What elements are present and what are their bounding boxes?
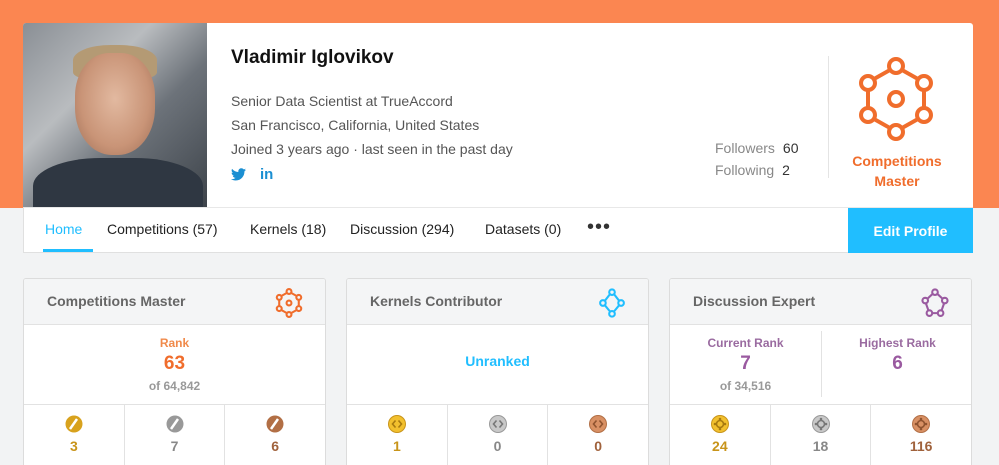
tab-discussion[interactable]: Discussion (294) [350,221,454,237]
highest-rank-value: 6 [892,353,903,374]
followers-stat[interactable]: Followers 60 [715,140,798,156]
bronze-kernel-medal-icon [589,415,608,433]
tab-competitions[interactable]: Competitions (57) [107,221,218,237]
panel-header: Kernels Contributor [347,279,648,325]
panel-title: Kernels Contributor [370,293,503,309]
more-menu-icon[interactable]: ••• [587,216,611,239]
bronze-count: 116 [909,438,933,454]
photo-face [75,53,155,155]
current-rank-total: of 34,516 [719,379,772,393]
kernels-panel[interactable]: Kernels Contributor Unranked 1 0 0 [346,278,649,465]
silver-discussion-medal-icon [811,415,830,433]
panel-header: Competitions Master [24,279,325,325]
gold-kernel-medal-icon [387,415,406,433]
followers-count: 60 [782,140,799,156]
following-label: Following [715,162,775,178]
silver-count: 18 [812,438,829,454]
current-rank-label: Current Rank [707,336,784,350]
profile-name: Vladimir Iglovikov [231,47,394,68]
bronze-medal[interactable]: 116 [871,405,971,465]
rank-total: of 64,842 [148,379,201,393]
medal-row: 24 18 116 [670,405,971,465]
competitions-master-icon [275,288,303,318]
tier-label-line2: Master [874,173,920,189]
silver-count: 7 [170,438,179,454]
medal-row: 1 0 0 [347,405,648,465]
tab-home[interactable]: Home [45,221,82,237]
rank-section: Unranked [347,325,648,405]
gold-count: 24 [712,438,728,454]
tab-kernels[interactable]: Kernels (18) [250,221,326,237]
bronze-medal[interactable]: 6 [225,405,325,465]
gold-medal[interactable]: 24 [670,405,771,465]
silver-medal[interactable]: 7 [125,405,226,465]
following-stat[interactable]: Following 2 [715,162,790,178]
panel-title: Competitions Master [47,293,186,309]
twitter-icon[interactable] [231,168,246,181]
silver-count: 0 [493,438,502,454]
tier-label-line1: Competitions [852,153,942,169]
rank-value: 63 [163,353,186,374]
gold-count: 3 [69,438,78,454]
gold-medal[interactable]: 3 [24,405,125,465]
header-divider [828,56,829,178]
following-count: 2 [782,162,790,178]
medal-row: 3 7 6 [24,405,325,465]
highest-rank: Highest Rank 6 [822,325,971,405]
silver-medal-icon [166,415,183,433]
rank-section: Rank 63 of 64,842 [24,325,325,405]
discussion-expert-icon [921,288,949,317]
rank-section: Current Rank 7 of 34,516 Highest Rank 6 [670,325,971,405]
rank-label: Rank [159,336,190,350]
gold-discussion-medal-icon [710,415,729,433]
discussion-panel[interactable]: Discussion Expert Current Rank 7 of 34,5… [669,278,972,465]
silver-kernel-medal-icon [488,415,507,433]
panel-header: Discussion Expert [670,279,971,325]
profile-photo[interactable] [23,23,207,207]
social-links: in [231,166,273,183]
tab-datasets[interactable]: Datasets (0) [485,221,561,237]
silver-medal[interactable]: 18 [771,405,872,465]
competitions-panel[interactable]: Competitions Master Rank 63 of 64,842 3 … [23,278,326,465]
highest-rank-label: Highest Rank [859,336,936,350]
edit-profile-button[interactable]: Edit Profile [848,208,973,253]
profile-nav: Home Competitions (57) Kernels (18) Disc… [23,207,973,253]
silver-medal[interactable]: 0 [448,405,549,465]
kernels-contributor-icon [599,288,625,318]
bronze-count: 6 [271,438,280,454]
bronze-medal-icon [266,415,284,433]
bronze-discussion-medal-icon [912,415,931,433]
gold-count: 1 [392,438,401,454]
linkedin-icon[interactable]: in [260,166,273,183]
gold-medal-icon [65,415,83,433]
photo-shirt [33,158,203,207]
unranked-status: Unranked [465,353,530,369]
tier-label: Competitions Master [833,151,961,191]
current-rank: Current Rank 7 of 34,516 [670,325,821,405]
profile-location: San Francisco, California, United States [231,117,480,133]
followers-label: Followers [715,140,775,156]
panel-title: Discussion Expert [693,293,816,309]
profile-joined: Joined 3 years ago · last seen in the pa… [231,141,513,157]
current-rank-value: 7 [740,353,751,374]
profile-job-title: Senior Data Scientist at TrueAccord [231,93,453,109]
bronze-count: 0 [594,438,603,454]
competitions-master-tier-icon [859,57,933,141]
profile-card: Vladimir Iglovikov Senior Data Scientist… [23,23,973,207]
bronze-medal[interactable]: 0 [548,405,648,465]
active-tab-underline [43,249,93,252]
gold-medal[interactable]: 1 [347,405,448,465]
